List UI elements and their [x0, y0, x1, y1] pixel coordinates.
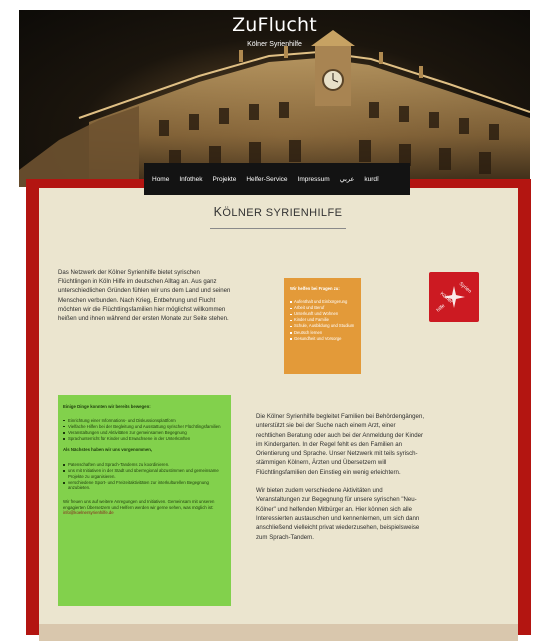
- list-item: uns mit Initiativen in der Stadt und übe…: [63, 468, 226, 479]
- list-item: Patenschaften und Sprach-Tandems zu koor…: [63, 462, 226, 468]
- nav-home[interactable]: Home: [152, 176, 169, 183]
- nav-impressum[interactable]: Impressum: [298, 176, 330, 183]
- nav-helfer-service[interactable]: Helfer-Service: [246, 176, 287, 183]
- closing-text: Wir freuen uns auf weitere Anregungen un…: [63, 499, 215, 510]
- page-title-rest: ÖLNER SYRIENHILFE: [222, 207, 343, 219]
- progress-heading: Einige Dinge konnten wir bereits bewegen…: [63, 404, 151, 409]
- help-topics-heading: Wir helfen bei Fragen zu:: [290, 286, 340, 291]
- logo-graphic: Kölner Syrien hilfe: [435, 281, 473, 314]
- logo-text-bottom: hilfe: [435, 303, 446, 314]
- progress-box: Einige Dinge konnten wir bereits bewegen…: [58, 395, 231, 606]
- nav-kurdish[interactable]: kurdî: [364, 176, 378, 183]
- main-nav: Home Infothek Projekte Helfer-Service Im…: [144, 163, 410, 195]
- services-text: Die Kölner Syrienhilfe begleitet Familie…: [256, 412, 426, 551]
- nav-projekte[interactable]: Projekte: [212, 176, 236, 183]
- list-item: Einrichtung einer Informations- und Disk…: [63, 418, 226, 424]
- intro-text: Das Netzwerk der Kölner Syrienhilfe biet…: [58, 269, 231, 323]
- logo-text-left: Kölner: [439, 291, 454, 305]
- page-title: KÖLNER SYRIENHILFE: [190, 205, 366, 219]
- page: ZuFlucht Kölner Syrienhilfe Home Infothe…: [0, 0, 538, 641]
- site-subtitle: Kölner Syrienhilfe: [247, 41, 302, 48]
- done-list: Einrichtung einer Informations- und Disk…: [63, 418, 226, 442]
- email-link[interactable]: info@koelnersyrienhilfe.de: [63, 510, 226, 516]
- next-heading: Als Nächstes haben wir uns vorgenommen,: [63, 447, 153, 453]
- building-photo: [19, 30, 530, 187]
- list-item: Veranstaltungen und Aktivitäten zur geme…: [63, 430, 226, 436]
- list-item: Sprachunterricht für Kinder und Erwachse…: [63, 436, 226, 442]
- title-divider: [210, 228, 346, 229]
- header-banner: ZuFlucht Kölner Syrienhilfe: [19, 10, 530, 187]
- koelner-syrienhilfe-logo[interactable]: Kölner Syrien hilfe: [429, 272, 479, 322]
- logo-text-right: Syrien: [458, 281, 473, 295]
- bottom-strip: [39, 624, 518, 641]
- help-topics-box: Wir helfen bei Fragen zu: Aufenthalt und…: [284, 278, 361, 374]
- site-title[interactable]: ZuFlucht: [19, 14, 530, 36]
- list-item: Vielfache Hilfen bei der Begleitung und …: [63, 424, 226, 430]
- services-paragraph-2: Wir bieten zudem verschiedene Aktivitäte…: [256, 487, 420, 541]
- list-item: Gesundheit und Vorsorge: [290, 336, 355, 342]
- list-item: verschiedene Sport- und Freizeitaktivitä…: [63, 480, 226, 491]
- help-topics-list: Aufenthalt und Einbürgerung Arbeit und B…: [290, 299, 355, 342]
- next-list: Patenschaften und Sprach-Tandems zu koor…: [63, 462, 226, 491]
- services-paragraph-1: Die Kölner Syrienhilfe begleitet Familie…: [256, 413, 425, 476]
- nav-arabic[interactable]: عربي: [340, 175, 355, 183]
- nav-infothek[interactable]: Infothek: [179, 176, 202, 183]
